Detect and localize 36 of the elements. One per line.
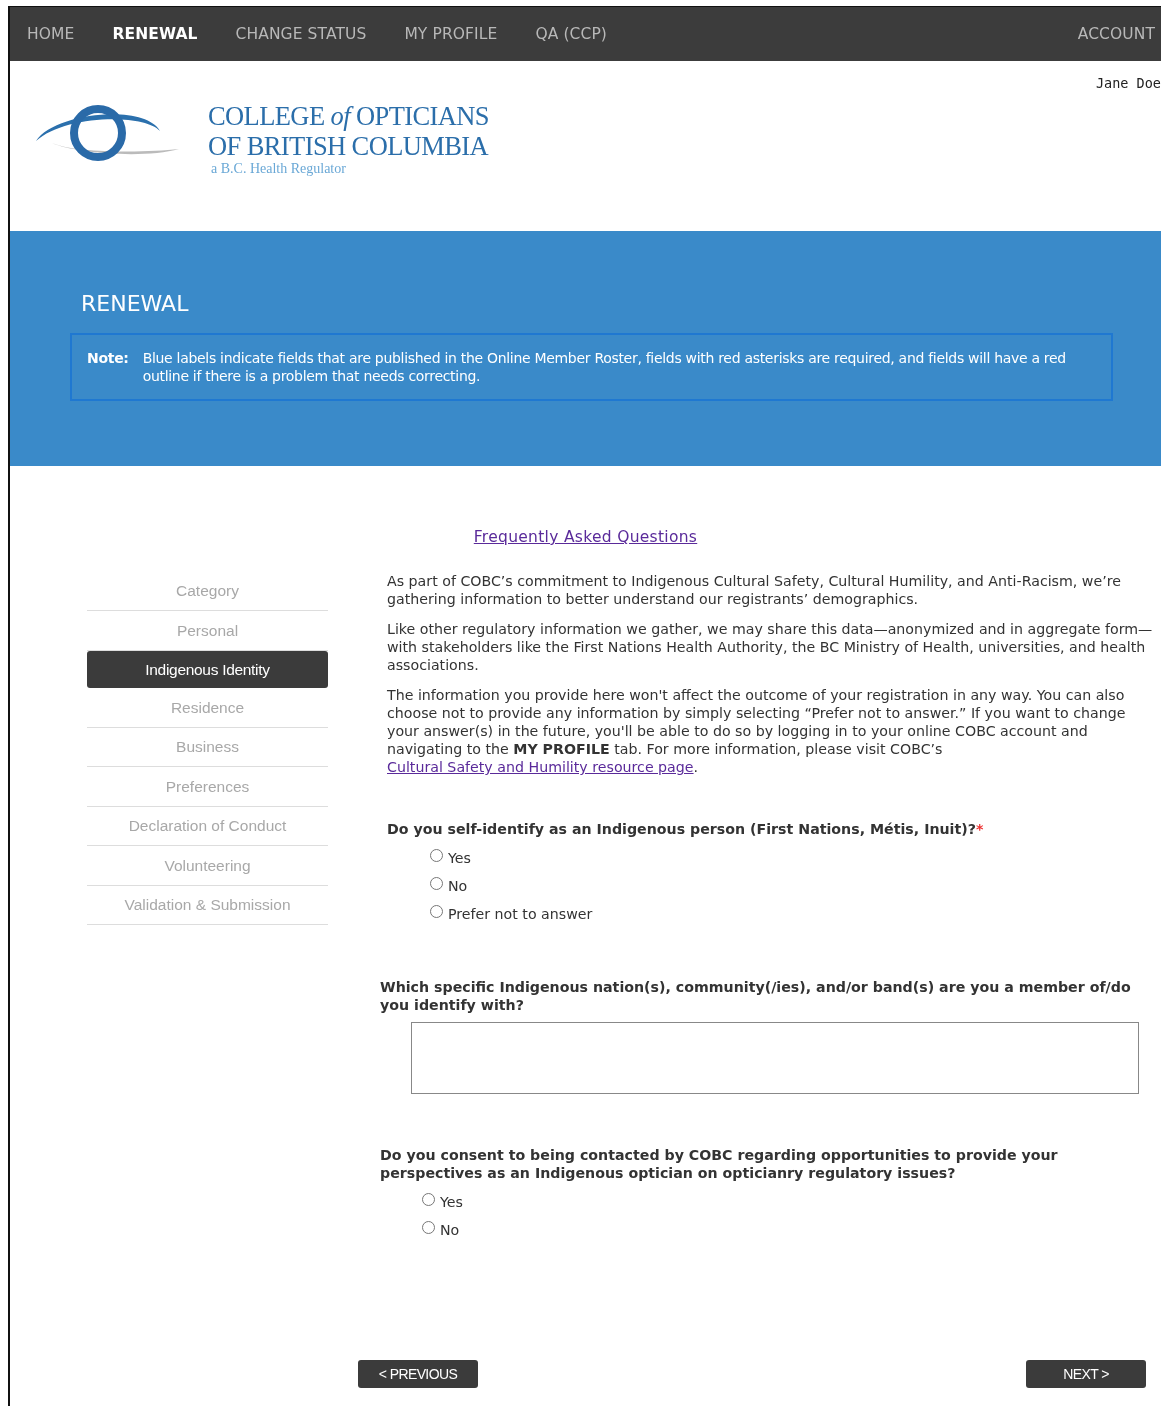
- nav-tab[interactable]: RENEWAL: [112, 25, 198, 43]
- intro-paragraph: Like other regulatory information we gather, we may share this data—anonymized and in aggregate form—with stakeholders like the First Nations Health Authority, the BC Ministry of Health, universities, and health associations.: [387, 620, 1154, 674]
- account-link[interactable]: ACCOUNT: [1077, 25, 1155, 43]
- next-button[interactable]: NEXT >: [1026, 1360, 1146, 1388]
- required-asterisk: *: [976, 821, 984, 837]
- option-label: Yes: [440, 1194, 463, 1210]
- question-label: Which specific Indigenous nation(s), community(/ies), and/or band(s) are you a member of/do you identify with?: [380, 978, 1132, 1014]
- radio-button[interactable]: [422, 1192, 435, 1206]
- question-label: Do you self-identify as an Indigenous person (First Nations, Métis, Inuit)?*: [387, 820, 985, 838]
- previous-button[interactable]: < PREVIOUS: [358, 1360, 478, 1388]
- resource-link[interactable]: Cultural Safety and Humility resource page: [387, 759, 694, 775]
- faq-link[interactable]: Frequently Asked Questions: [473, 528, 698, 546]
- page-title: RENEWAL: [81, 291, 190, 316]
- option-label: Yes: [448, 850, 471, 866]
- option-label: No: [448, 878, 468, 894]
- user-name: Jane Doe: [1095, 75, 1161, 91]
- logo-title: OF BRITISH COLUMBIA: [208, 131, 489, 161]
- step-item[interactable]: Indigenous Identity: [87, 651, 328, 688]
- logo-title: COLLEGE of OPTICIANS: [208, 101, 489, 131]
- nav-tab[interactable]: QA (CCP): [535, 25, 607, 43]
- radio-button[interactable]: [430, 876, 443, 890]
- option-label: No: [440, 1222, 460, 1238]
- radio-button[interactable]: [422, 1220, 435, 1234]
- radio-button[interactable]: [430, 848, 443, 862]
- radio-button[interactable]: [430, 904, 443, 918]
- intro-paragraph: The information you provide here won't affect the outcome of your registration in any way. You can also choose not to provide any information by simply selecting “Prefer not to answer.” If you want to change your answer(s) in the future, you'll be able to do so by logging in to your online COBC account and navigating to the MY PROFILE tab. For more information, please visit COBC’s Cultural Safety and Humility resource page.: [387, 686, 1127, 776]
- question-label: Do you consent to being contacted by COBC regarding opportunities to provide your perspectives as an Indigenous optician on opticianry regulatory issues?: [380, 1146, 1059, 1182]
- nav-tab[interactable]: HOME: [27, 25, 75, 43]
- note-label: Note:: [87, 349, 129, 368]
- logo-tagline: a B.C. Health Regulator: [211, 161, 347, 177]
- nav-tab[interactable]: CHANGE STATUS: [235, 25, 367, 43]
- nav-tab[interactable]: MY PROFILE: [404, 25, 498, 43]
- note-text: Blue labels indicate fields that are published in the Online Member Roster, fields with red asterisks are required, and fields will have a red outline if there is a problem that needs correcting.: [142, 349, 1067, 385]
- option-label: Prefer not to answer: [448, 906, 593, 922]
- text-area[interactable]: [411, 1022, 1139, 1094]
- intro-paragraph: As part of COBC’s commitment to Indigenous Cultural Safety, Cultural Humility, and Anti-Racism, we’re gathering information to better understand our registrants’ demographics.: [387, 572, 1122, 608]
